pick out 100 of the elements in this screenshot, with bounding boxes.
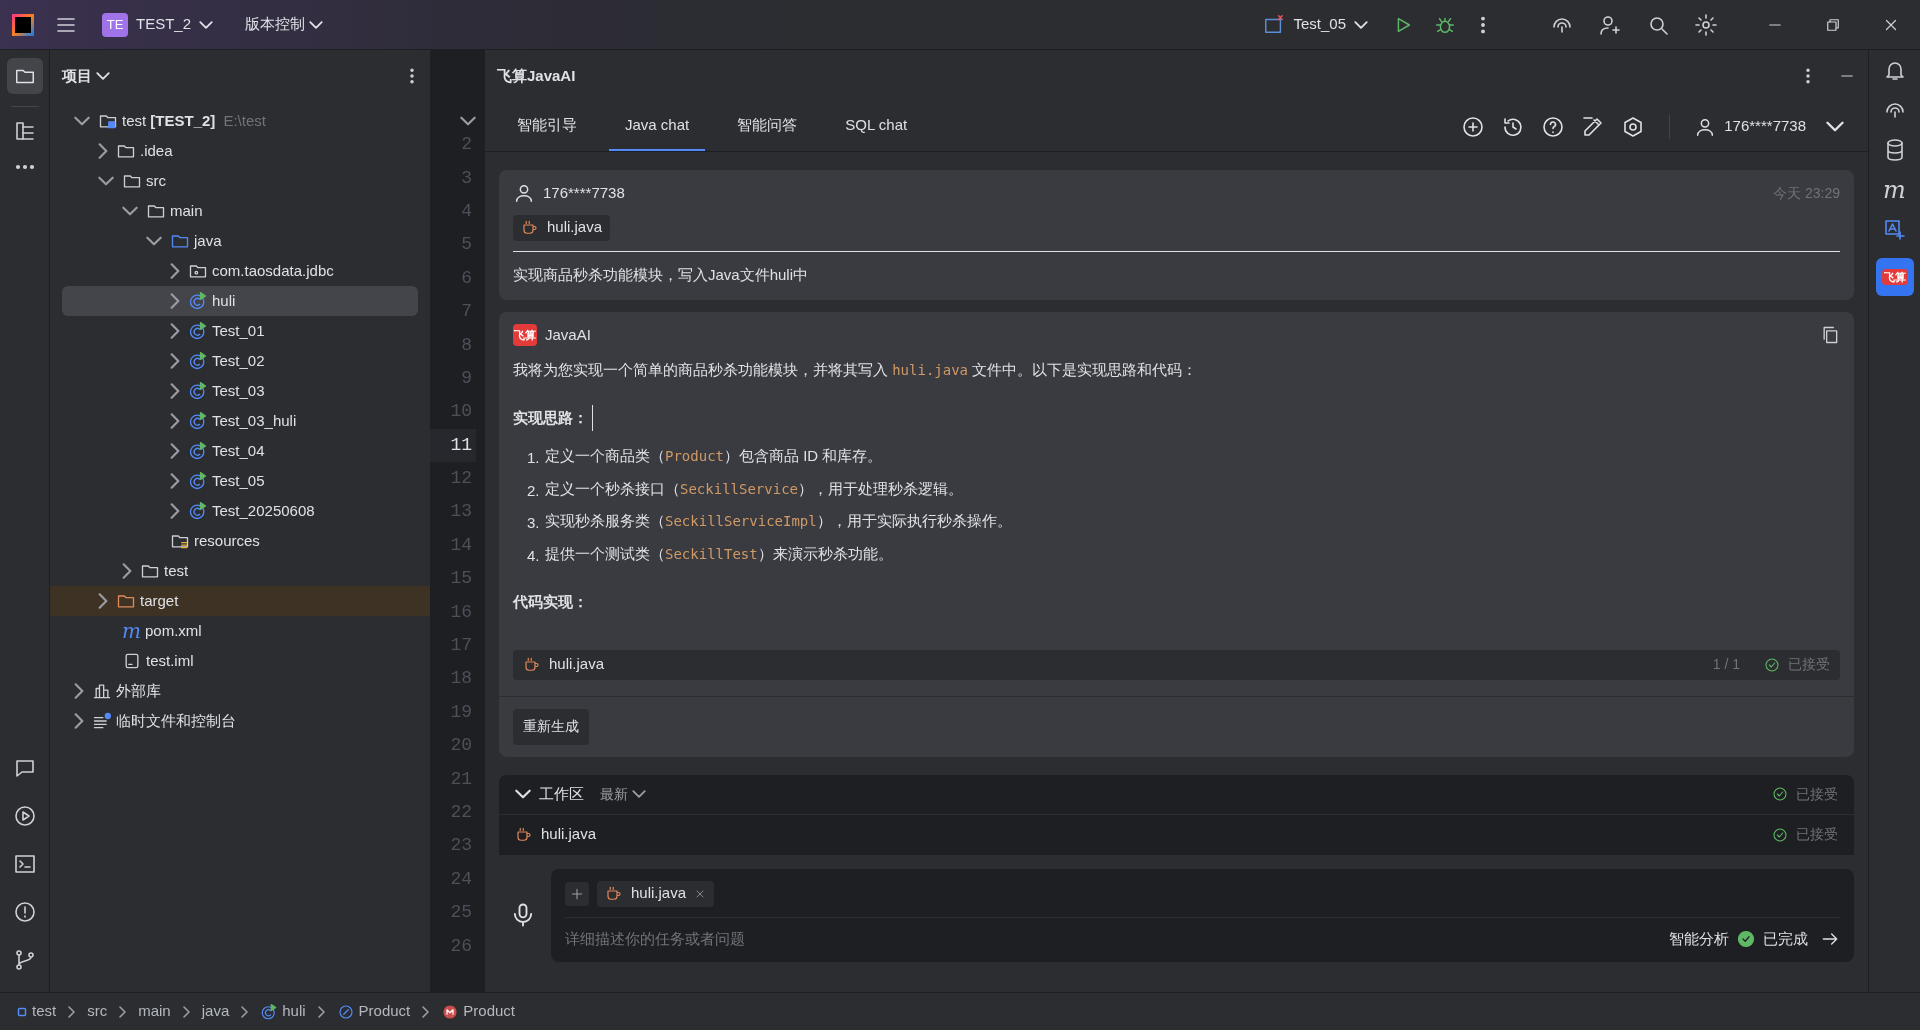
chevron-down-icon [309, 20, 324, 29]
workspace-title: 工作区 [539, 783, 584, 804]
cup-icon [515, 825, 533, 844]
translate-icon[interactable] [1882, 218, 1907, 242]
chat-tab[interactable]: 智能引导 [501, 102, 593, 151]
chat-tab[interactable]: SQL chat [829, 102, 924, 151]
chevron-right-icon[interactable] [122, 563, 132, 579]
chevron-right-icon[interactable] [170, 503, 180, 519]
tree-item[interactable]: com.taosdata.jdbc [50, 256, 430, 286]
run-icon[interactable] [12, 804, 37, 828]
vcs-menu[interactable]: 版本控制 [245, 13, 324, 36]
breadcrumb[interactable]: main [138, 1000, 171, 1023]
list-number: 4. [527, 545, 541, 566]
tree-item[interactable]: test.iml [50, 646, 430, 676]
tree-item[interactable]: Test_02 [50, 346, 430, 376]
accepted-status: 已接受 [1796, 825, 1838, 844]
breadcrumb[interactable]: java [201, 1000, 230, 1023]
tree-label: .idea [140, 140, 173, 161]
run-config-selector[interactable]: Test_05 [1263, 13, 1368, 36]
tree-item[interactable]: test [TEST_2] E:\test [50, 106, 430, 136]
chevron-right-icon[interactable] [170, 263, 180, 279]
plugin-logo: 飞算 [1881, 268, 1908, 286]
chevron-right-icon[interactable] [98, 593, 108, 609]
message-input[interactable]: 详细描述你的任务或者问题 [565, 927, 1661, 950]
generated-file-row[interactable]: huli.java 1 / 1 已接受 [513, 649, 1840, 680]
chevron-down-icon[interactable] [122, 206, 138, 216]
chevron-right-icon[interactable] [74, 683, 84, 699]
maven-icon[interactable]: m [1883, 178, 1906, 202]
breadcrumb[interactable]: huli [260, 1000, 306, 1023]
chevron-right-icon[interactable] [98, 143, 108, 159]
tree-item[interactable]: java [50, 226, 430, 256]
tree-item[interactable]: .idea [50, 136, 430, 166]
chevron-right-icon[interactable] [170, 413, 180, 429]
help-icon[interactable] [1541, 114, 1566, 139]
tree-label: target [140, 590, 179, 611]
tree-item[interactable]: Test_01 [50, 316, 430, 346]
account-menu[interactable]: 176****7738 [1694, 115, 1844, 138]
project-selector[interactable]: TE TEST_2 [102, 12, 214, 37]
accepted-status: 已接受 [1788, 655, 1830, 674]
class-icon [188, 291, 208, 311]
chevron-right-icon[interactable] [170, 383, 180, 399]
chevron-right-icon [422, 1005, 430, 1018]
tree-item[interactable]: 临时文件和控制台 [50, 706, 430, 736]
tree-label: main [170, 200, 203, 221]
chevron-right-icon[interactable] [170, 293, 180, 309]
chevron-down-icon [96, 72, 110, 80]
workspace-file-row[interactable]: huli.java 已接受 [499, 814, 1854, 855]
chevron-down-icon[interactable] [74, 116, 90, 126]
tree-label: pom.xml [144, 620, 202, 641]
file-attachment[interactable]: huli.java [597, 880, 715, 907]
tree-item[interactable]: main [50, 196, 430, 226]
regenerate-button[interactable]: 重新生成 [513, 708, 589, 745]
tree-item[interactable]: Test_04 [50, 436, 430, 466]
breadcrumb[interactable]: src [87, 1000, 108, 1023]
chevron-down-icon[interactable] [146, 236, 162, 246]
chevron-right-icon[interactable] [170, 323, 180, 339]
maven-icon: m [122, 621, 141, 641]
tree-item[interactable]: target [50, 586, 430, 616]
tree-item[interactable]: src [50, 166, 430, 196]
new-chat-icon[interactable] [1461, 114, 1486, 139]
field-icon [336, 1002, 355, 1021]
tree-item[interactable]: Test_05 [50, 466, 430, 496]
file-count: 1 / 1 [1712, 655, 1740, 674]
class-icon [188, 381, 208, 401]
class-icon [188, 351, 208, 371]
run-config-name: Test_05 [1293, 14, 1346, 35]
tree-item[interactable]: Test_03 [50, 376, 430, 406]
tree-item[interactable]: resources [50, 526, 430, 556]
list-item-text: 提供一个测试类（SeckillTest）来演示秒杀功能。 [545, 543, 893, 564]
chevron-right-icon[interactable] [170, 353, 180, 369]
plugin-tool-button[interactable]: 飞算 [1875, 258, 1914, 296]
chevron-down-icon[interactable] [98, 176, 114, 186]
breadcrumb[interactable]: Product [336, 1000, 411, 1023]
project-badge: TE [102, 12, 128, 37]
breadcrumb[interactable]: test [16, 1000, 57, 1023]
project-tool-button[interactable] [6, 58, 43, 94]
breadcrumb[interactable]: Product [441, 1000, 515, 1023]
tree-item[interactable]: Test_20250608 [50, 496, 430, 526]
class-icon [188, 441, 208, 461]
tree-item[interactable]: Test_03_huli [50, 406, 430, 436]
chevron-right-icon[interactable] [170, 473, 180, 489]
add-attachment-button[interactable] [565, 881, 589, 906]
analysis-mode[interactable]: 智能分析 [1669, 927, 1729, 950]
workspace-filter[interactable]: 最新 [600, 783, 646, 805]
chat-tab[interactable]: Java chat [609, 102, 706, 151]
file-attachment[interactable]: huli.java [513, 214, 611, 241]
settings-icon[interactable] [1694, 12, 1718, 37]
tree-item[interactable]: huli [62, 286, 418, 316]
terminal-icon[interactable] [12, 852, 37, 876]
tree-label: com.taosdata.jdbc [212, 260, 334, 281]
tree-item[interactable]: 外部库 [50, 676, 430, 706]
chevron-right-icon[interactable] [74, 713, 84, 729]
chevron-down-icon[interactable] [460, 116, 476, 126]
tree-item[interactable]: test [50, 556, 430, 586]
project-panel-title[interactable]: 项目 [62, 64, 110, 88]
chevron-right-icon[interactable] [170, 443, 180, 459]
problems-icon[interactable] [12, 900, 37, 924]
class-icon [188, 471, 208, 491]
method-icon [441, 1002, 460, 1021]
chat-tab[interactable]: 智能问答 [721, 102, 814, 151]
